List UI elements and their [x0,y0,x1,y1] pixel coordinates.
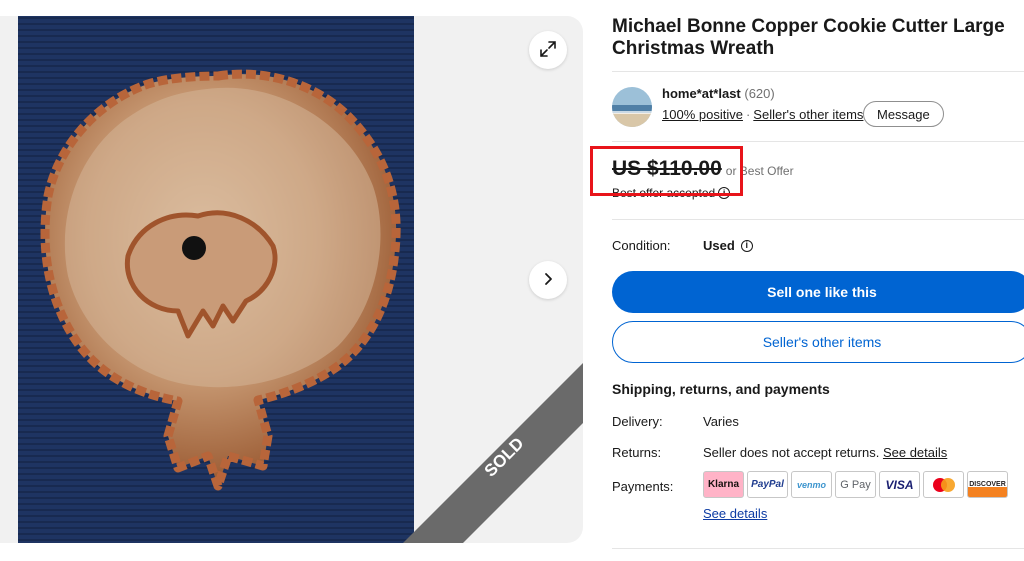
visa-icon: VISA [879,471,920,498]
price-block: US $110.00 or Best Offer Best offer accep… [590,146,794,200]
product-photo[interactable] [18,16,414,543]
expand-icon [539,40,557,61]
delivery-value: Varies [703,414,739,429]
sold-label: SOLD [481,434,528,481]
seller-other-items-link[interactable]: Seller's other items [753,107,863,122]
listing-title: Michael Bonne Copper Cookie Cutter Large… [612,16,1005,59]
sold-ribbon: SOLD [403,363,583,543]
klarna-icon: Klarna [703,471,744,498]
next-image-button[interactable] [529,261,567,299]
sellers-other-items-button[interactable]: Seller's other items [612,321,1024,363]
returns-see-details-link[interactable]: See details [883,445,947,460]
expand-image-button[interactable] [529,31,567,69]
seller-avatar[interactable] [612,87,652,127]
condition-label: Condition: [612,238,671,253]
divider [612,71,1024,72]
delivery-label: Delivery: [612,414,663,429]
sell-one-like-this-button[interactable]: Sell one like this [612,271,1024,313]
seller-positive-link[interactable]: 100% positive [662,107,743,122]
payment-methods: Klarna PayPal venmo G Pay VISA DISCOVER [703,471,1008,498]
divider [612,548,1024,549]
seller-name[interactable]: home*at*last [662,86,741,101]
condition-info-icon[interactable]: i [740,239,753,252]
divider [612,219,1024,220]
seller-feedback-count: (620) [744,86,775,101]
paypal-icon: PayPal [747,471,788,498]
price-highlight-box [590,146,743,196]
returns-value: Seller does not accept returns. [703,445,880,460]
message-button[interactable]: Message [863,101,944,127]
returns-label: Returns: [612,445,662,460]
chevron-right-icon [541,272,555,289]
payments-see-details-link[interactable]: See details [703,506,767,521]
venmo-icon: venmo [791,471,832,498]
seller-card: home*at*last (620) 100% positive · Seller'… [612,85,1024,130]
image-gallery: SOLD [0,16,583,543]
divider [612,141,1024,142]
discover-icon: DISCOVER [967,471,1008,498]
listing-info: Michael Bonne Copper Cookie Cutter Large… [590,0,1024,561]
separator-dot: · [745,107,751,122]
condition-value: Used [703,238,735,253]
google-pay-icon: G Pay [835,471,876,498]
shipping-section-title: Shipping, returns, and payments [612,381,830,397]
payments-label: Payments: [612,479,674,494]
mastercard-icon [923,471,964,498]
